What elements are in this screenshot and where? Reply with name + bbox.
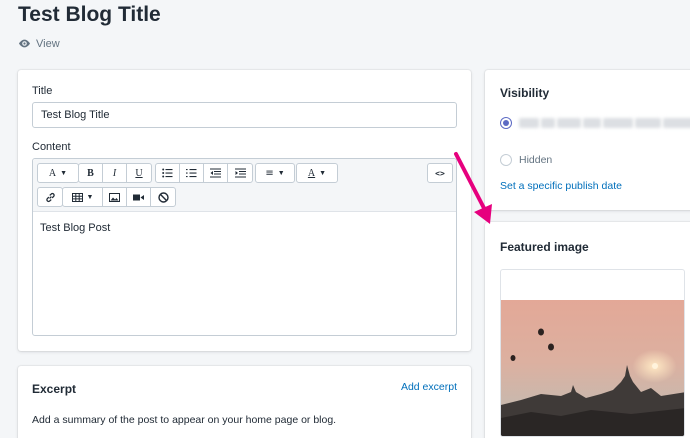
insert-group: ▼ <box>62 187 176 207</box>
annotation-arrow-icon <box>454 152 492 224</box>
bullet-list-button[interactable] <box>156 164 180 182</box>
editor-content[interactable]: Test Blog Post <box>33 212 456 244</box>
align-button[interactable]: ≡ ▼ <box>256 164 294 182</box>
format-group: B I U <box>78 163 152 183</box>
outdent-icon <box>210 168 221 178</box>
eye-icon <box>18 39 31 48</box>
table-icon <box>71 192 83 202</box>
add-excerpt-link[interactable]: Add excerpt <box>401 381 457 393</box>
visibility-card: Visibility Hidden Set a specific publish… <box>485 70 690 210</box>
redacted-label <box>519 118 690 128</box>
video-icon <box>133 194 144 200</box>
page-title: Test Blog Title <box>18 3 161 26</box>
radio-unchecked-icon[interactable] <box>500 154 512 166</box>
outdent-button[interactable] <box>204 164 228 182</box>
caret-down-icon: ▼ <box>319 169 327 177</box>
visibility-option-visible[interactable] <box>500 117 690 129</box>
caret-down-icon: ▼ <box>60 169 68 177</box>
excerpt-card: Excerpt Add excerpt Add a summary of the… <box>18 366 471 438</box>
hidden-label: Hidden <box>519 154 553 166</box>
featured-image-card: Featured image <box>485 222 690 438</box>
image-icon <box>109 192 120 202</box>
bullet-list-icon <box>162 168 173 178</box>
image-button[interactable] <box>103 188 127 206</box>
editor-toolbar: A ▼ B I U ≡ ▼ A ▼ <> ▼ <box>33 159 456 212</box>
text-color-icon: A <box>307 167 316 179</box>
clear-formatting-icon <box>157 191 169 203</box>
font-style-label: A <box>48 167 57 179</box>
link-button[interactable] <box>38 188 62 206</box>
view-label: View <box>36 37 60 50</box>
content-label: Content <box>32 141 71 153</box>
italic-button[interactable]: I <box>103 164 127 182</box>
clear-formatting-button[interactable] <box>151 188 175 206</box>
underline-button[interactable]: U <box>127 164 151 182</box>
list-group <box>155 163 253 183</box>
indent-button[interactable] <box>228 164 252 182</box>
landscape-photo <box>501 300 684 436</box>
numbered-list-icon <box>186 169 197 178</box>
title-input[interactable]: Test Blog Title <box>32 102 457 128</box>
caret-down-icon: ▼ <box>277 169 285 177</box>
excerpt-description: Add a summary of the post to appear on y… <box>32 414 337 426</box>
visibility-option-hidden[interactable]: Hidden <box>500 154 552 166</box>
link-group <box>37 187 63 207</box>
color-group: A ▼ <box>296 163 338 183</box>
view-link[interactable]: View <box>18 37 60 50</box>
visibility-title: Visibility <box>500 86 550 100</box>
table-button[interactable]: ▼ <box>63 188 103 206</box>
rich-text-editor: A ▼ B I U ≡ ▼ A ▼ <> ▼ Test Blog Post <box>32 158 457 336</box>
video-button[interactable] <box>127 188 151 206</box>
numbered-list-button[interactable] <box>180 164 204 182</box>
post-card: Title Test Blog Title Content A▼ B I U <box>18 70 471 351</box>
text-color-button[interactable]: A ▼ <box>297 164 337 182</box>
align-left-icon: ≡ <box>265 167 274 179</box>
font-style-button[interactable]: A ▼ <box>38 164 78 182</box>
excerpt-title: Excerpt <box>32 382 77 396</box>
caret-down-icon: ▼ <box>86 193 94 201</box>
bold-button[interactable]: B <box>79 164 103 182</box>
featured-image[interactable] <box>500 269 685 437</box>
radio-checked-icon[interactable] <box>500 117 512 129</box>
title-label: Title <box>32 85 53 97</box>
featured-image-title: Featured image <box>500 240 589 254</box>
link-icon <box>45 192 55 202</box>
indent-icon <box>234 168 246 178</box>
font-group: A ▼ <box>37 163 79 183</box>
align-group: ≡ ▼ <box>255 163 295 183</box>
publish-date-link[interactable]: Set a specific publish date <box>500 180 622 192</box>
